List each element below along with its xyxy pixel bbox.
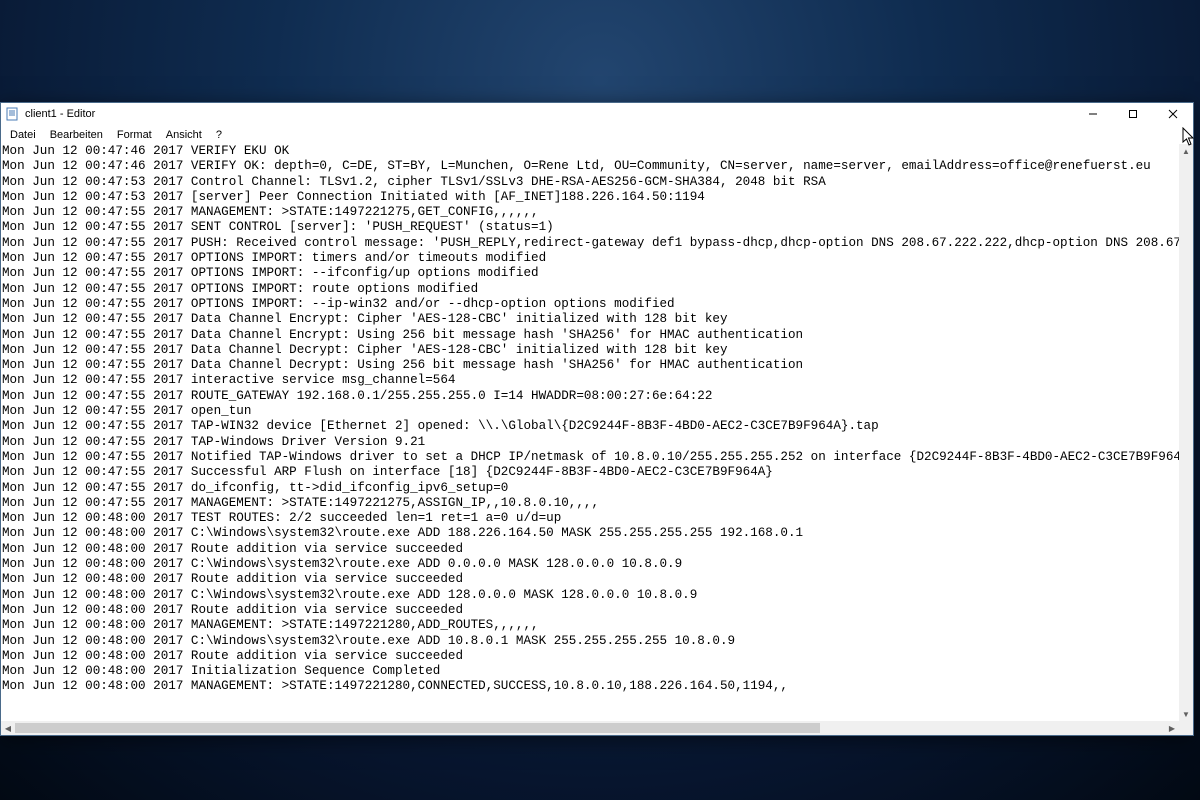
log-line: Mon Jun 12 00:47:46 2017 VERIFY EKU OK	[2, 144, 1178, 159]
close-button[interactable]	[1153, 103, 1193, 125]
log-line: Mon Jun 12 00:47:55 2017 SENT CONTROL [s…	[2, 220, 1178, 235]
vertical-scrollbar[interactable]: ▲ ▼	[1179, 144, 1193, 721]
log-line: Mon Jun 12 00:47:55 2017 OPTIONS IMPORT:…	[2, 297, 1178, 312]
log-line: Mon Jun 12 00:48:00 2017 C:\Windows\syst…	[2, 557, 1178, 572]
log-line: Mon Jun 12 00:47:53 2017 [server] Peer C…	[2, 190, 1178, 205]
vertical-scroll-track[interactable]	[1179, 158, 1193, 707]
editor-area-wrap: Mon Jun 12 00:47:46 2017 VERIFY EKU OKMo…	[1, 144, 1193, 735]
log-line: Mon Jun 12 00:47:46 2017 VERIFY OK: dept…	[2, 159, 1178, 174]
log-line: Mon Jun 12 00:48:00 2017 Route addition …	[2, 603, 1178, 618]
scroll-down-arrow-icon[interactable]: ▼	[1179, 707, 1193, 721]
log-line: Mon Jun 12 00:48:00 2017 TEST ROUTES: 2/…	[2, 511, 1178, 526]
log-line: Mon Jun 12 00:48:00 2017 C:\Windows\syst…	[2, 634, 1178, 649]
maximize-button[interactable]	[1113, 103, 1153, 125]
log-line: Mon Jun 12 00:48:00 2017 Route addition …	[2, 542, 1178, 557]
horizontal-scroll-track[interactable]	[15, 721, 1165, 735]
app-icon	[5, 106, 21, 122]
log-line: Mon Jun 12 00:47:55 2017 ROUTE_GATEWAY 1…	[2, 389, 1178, 404]
log-line: Mon Jun 12 00:47:55 2017 TAP-WIN32 devic…	[2, 419, 1178, 434]
window-title: client1 - Editor	[25, 108, 95, 120]
log-line: Mon Jun 12 00:47:55 2017 Data Channel En…	[2, 312, 1178, 327]
scroll-right-arrow-icon[interactable]: ▶	[1165, 721, 1179, 735]
horizontal-scroll-thumb[interactable]	[15, 723, 820, 733]
log-line: Mon Jun 12 00:48:00 2017 Initialization …	[2, 664, 1178, 679]
menu-view[interactable]: Ansicht	[159, 128, 209, 142]
log-line: Mon Jun 12 00:47:55 2017 Notified TAP-Wi…	[2, 450, 1178, 465]
log-line: Mon Jun 12 00:47:55 2017 open_tun	[2, 404, 1178, 419]
close-icon	[1168, 109, 1178, 119]
log-line: Mon Jun 12 00:47:55 2017 MANAGEMENT: >ST…	[2, 205, 1178, 220]
scroll-left-arrow-icon[interactable]: ◀	[1, 721, 15, 735]
log-line: Mon Jun 12 00:47:55 2017 do_ifconfig, tt…	[2, 481, 1178, 496]
log-line: Mon Jun 12 00:48:00 2017 Route addition …	[2, 649, 1178, 664]
menubar: Datei Bearbeiten Format Ansicht ?	[1, 125, 1193, 144]
log-line: Mon Jun 12 00:48:00 2017 C:\Windows\syst…	[2, 588, 1178, 603]
titlebar[interactable]: client1 - Editor	[1, 103, 1193, 125]
menu-file[interactable]: Datei	[3, 128, 43, 142]
scroll-up-arrow-icon[interactable]: ▲	[1179, 144, 1193, 158]
log-line: Mon Jun 12 00:47:55 2017 interactive ser…	[2, 373, 1178, 388]
log-line: Mon Jun 12 00:47:55 2017 OPTIONS IMPORT:…	[2, 266, 1178, 281]
log-line: Mon Jun 12 00:47:55 2017 OPTIONS IMPORT:…	[2, 251, 1178, 266]
maximize-icon	[1128, 109, 1138, 119]
log-line: Mon Jun 12 00:47:55 2017 Data Channel De…	[2, 343, 1178, 358]
log-line: Mon Jun 12 00:48:00 2017 Route addition …	[2, 572, 1178, 587]
minimize-icon	[1088, 109, 1098, 119]
notepad-window: client1 - Editor Datei Bearbeiten Format…	[0, 102, 1194, 736]
scroll-corner	[1179, 721, 1193, 735]
log-line: Mon Jun 12 00:47:55 2017 PUSH: Received …	[2, 236, 1178, 251]
menu-format[interactable]: Format	[110, 128, 159, 142]
log-line: Mon Jun 12 00:47:55 2017 Data Channel De…	[2, 358, 1178, 373]
log-line: Mon Jun 12 00:48:00 2017 MANAGEMENT: >ST…	[2, 618, 1178, 633]
log-line: Mon Jun 12 00:47:55 2017 Data Channel En…	[2, 328, 1178, 343]
log-line: Mon Jun 12 00:47:55 2017 TAP-Windows Dri…	[2, 435, 1178, 450]
log-line: Mon Jun 12 00:47:55 2017 MANAGEMENT: >ST…	[2, 496, 1178, 511]
log-line: Mon Jun 12 00:48:00 2017 C:\Windows\syst…	[2, 526, 1178, 541]
editor-text-area[interactable]: Mon Jun 12 00:47:46 2017 VERIFY EKU OKMo…	[1, 144, 1179, 721]
menu-edit[interactable]: Bearbeiten	[43, 128, 110, 142]
minimize-button[interactable]	[1073, 103, 1113, 125]
horizontal-scrollbar[interactable]: ◀ ▶	[1, 721, 1179, 735]
log-line: Mon Jun 12 00:47:55 2017 OPTIONS IMPORT:…	[2, 282, 1178, 297]
menu-help[interactable]: ?	[209, 128, 229, 142]
log-line: Mon Jun 12 00:48:00 2017 MANAGEMENT: >ST…	[2, 679, 1178, 694]
log-line: Mon Jun 12 00:47:55 2017 Successful ARP …	[2, 465, 1178, 480]
log-line: Mon Jun 12 00:47:53 2017 Control Channel…	[2, 175, 1178, 190]
